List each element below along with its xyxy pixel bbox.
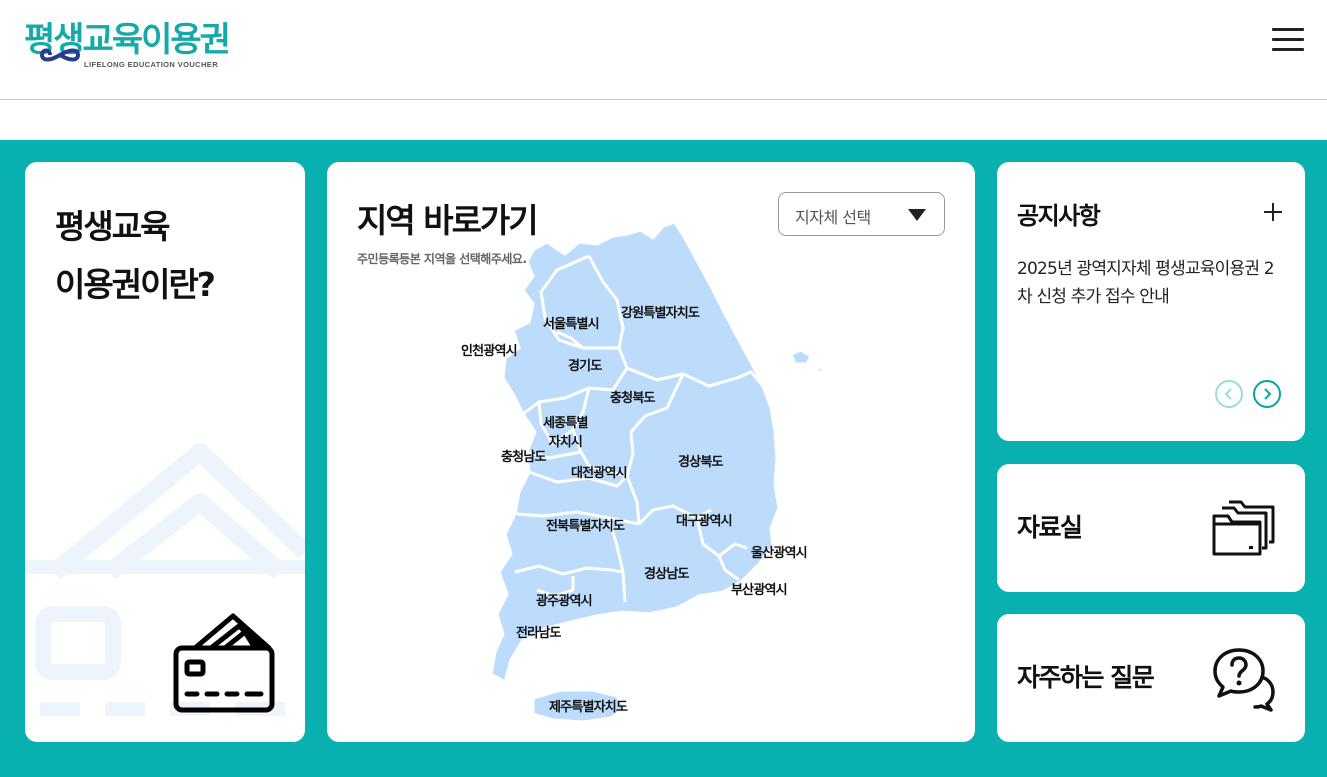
region-label-sejong[interactable]: 세종특별 자치시 xyxy=(543,414,588,452)
notice-next-button[interactable] xyxy=(1253,380,1281,408)
resources-title: 자료실 xyxy=(1017,513,1083,542)
plus-icon[interactable] xyxy=(1263,202,1283,222)
question-bubble-icon xyxy=(1213,648,1275,712)
municipality-select-label: 지자체 선택 xyxy=(795,208,871,227)
site-header: 평생교육이용권 LIFELONG EDUCATION VOUCHER xyxy=(0,0,1327,100)
notice-item-link[interactable]: 2025년 광역지자체 평생교육이용권 2차 신청 추가 접수 안내 xyxy=(1017,255,1287,311)
caret-down-icon xyxy=(908,209,926,221)
region-label-gwangju[interactable]: 광주광역시 xyxy=(536,594,593,610)
region-label-gyeongnam[interactable]: 경상남도 xyxy=(644,567,689,583)
region-label-gyeonggi[interactable]: 경기도 xyxy=(568,359,602,375)
notice-card: 공지사항 2025년 광역지자체 평생교육이용권 2차 신청 추가 접수 안내 xyxy=(997,162,1305,441)
region-label-jeonnam[interactable]: 전라남도 xyxy=(516,626,561,642)
municipality-select[interactable]: 지자체 선택 xyxy=(778,192,945,236)
region-label-gyeongbuk[interactable]: 경상북도 xyxy=(678,455,723,471)
site-logo[interactable]: 평생교육이용권 LIFELONG EDUCATION VOUCHER xyxy=(24,18,231,74)
map-subtitle: 주민등록등본 지역을 선택해주세요. xyxy=(357,252,527,266)
region-label-ulsan[interactable]: 울산광역시 xyxy=(751,546,808,562)
logo-subtext: LIFELONG EDUCATION VOUCHER xyxy=(84,60,219,69)
region-label-jeonbuk[interactable]: 전북특별자치도 xyxy=(546,519,625,535)
infinity-icon xyxy=(40,48,80,62)
region-map-card: 지역 바로가기 주민등록등본 지역을 선택해주세요. 지자체 선택 서울특별시 … xyxy=(327,162,975,742)
region-label-jeju[interactable]: 제주특별자치도 xyxy=(549,700,628,716)
region-label-daejeon[interactable]: 대전광역시 xyxy=(571,466,628,482)
faq-card[interactable]: 자주하는 질문 xyxy=(997,614,1305,742)
faq-title: 자주하는 질문 xyxy=(1017,663,1155,692)
region-label-chungbuk[interactable]: 충청북도 xyxy=(610,391,655,407)
region-label-chungnam[interactable]: 충청남도 xyxy=(501,450,546,466)
region-label-seoul[interactable]: 서울특별시 xyxy=(543,317,600,333)
hamburger-menu-icon[interactable] xyxy=(1272,28,1304,56)
intro-title: 평생교육 이용권이란? xyxy=(55,207,216,304)
chevron-left-icon xyxy=(1224,388,1232,400)
resources-card[interactable]: 자료실 xyxy=(997,464,1305,592)
map-title: 지역 바로가기 xyxy=(357,201,539,240)
notice-prev-button[interactable] xyxy=(1215,380,1243,408)
intro-card[interactable]: 평생교육 이용권이란? xyxy=(25,162,305,742)
region-label-busan[interactable]: 부산광역시 xyxy=(731,583,788,599)
region-label-gangwon[interactable]: 강원특별자치도 xyxy=(621,306,700,322)
notice-title: 공지사항 xyxy=(1017,202,1101,230)
region-label-daegu[interactable]: 대구광역시 xyxy=(676,514,733,530)
region-label-incheon[interactable]: 인천광역시 xyxy=(461,344,518,360)
voucher-card-icon xyxy=(173,613,275,713)
folder-icon xyxy=(1212,500,1275,556)
chevron-right-icon xyxy=(1264,388,1272,400)
korea-map xyxy=(489,220,825,724)
